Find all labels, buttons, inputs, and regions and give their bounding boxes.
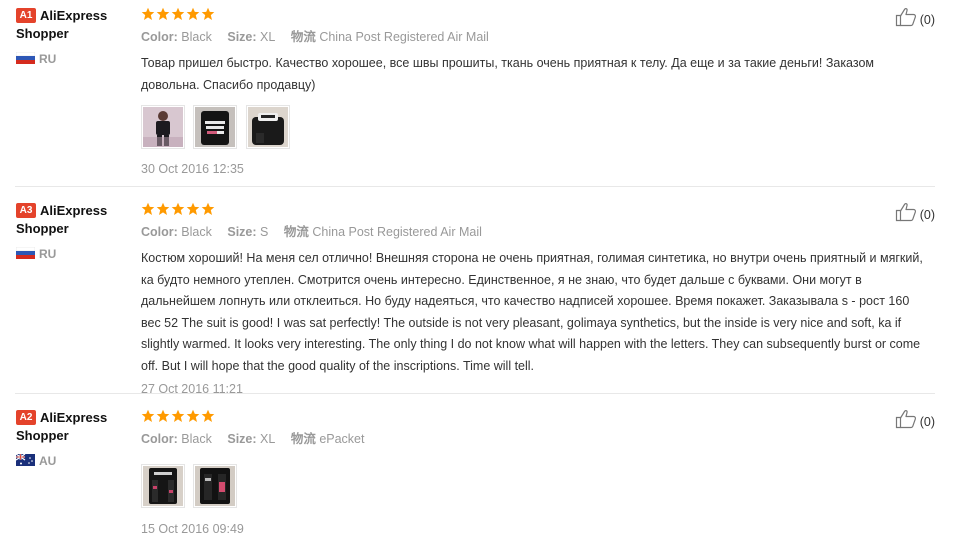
review-photo-thumbnail[interactable] [245,105,290,149]
helpful-vote: (0) [895,409,935,431]
star-icon [201,7,215,20]
size-value: XL [260,30,276,44]
order-info: Color: Black Size: XL 物流 ePacket [141,431,921,447]
reviewer-name: AliExpress [40,8,108,23]
star-rating [141,409,921,425]
star-icon [186,202,200,215]
reviewer-country: AU [16,454,136,468]
review-photo-thumbnail[interactable] [141,105,185,149]
size-label: Size: [227,30,257,44]
reviewer-name: AliExpress [40,203,108,218]
star-icon [156,202,170,215]
helpful-count: (0) [919,12,935,27]
star-icon [171,409,185,422]
star-rating [141,202,921,218]
order-info: Color: Black Size: S 物流 China Post Regis… [141,224,921,240]
star-icon [141,202,155,215]
review-content: Color: Black Size: XL 物流 China Post Regi… [141,7,921,177]
star-icon [156,7,170,20]
buyer-level-badge: A3 [16,203,36,218]
star-icon [186,409,200,422]
russia-flag-icon [16,247,35,259]
star-icon [186,7,200,20]
shipping-value: China Post Registered Air Mail [319,30,489,44]
review-photo-thumbnail[interactable] [193,105,238,149]
shipping-label: 物流 [290,30,316,44]
review-text: Товар пришел быстро. Качество хорошее, в… [141,56,875,92]
color-value: Black [181,432,212,446]
reviewer-info: A1 AliExpress Shopper RU [16,7,136,66]
shipping-value: ePacket [319,432,365,446]
star-icon [156,409,170,422]
reviewer-country: RU [16,247,136,261]
reviewer-name-line2: Shopper [16,221,69,236]
star-icon [141,409,155,422]
helpful-vote: (0) [895,202,935,224]
review-content: Color: Black Size: XL 物流 ePacket 15 Oct … [141,409,921,537]
buyer-level-badge: A1 [16,8,36,23]
reviewer-country: RU [16,52,136,66]
thumbs-up-icon[interactable] [895,7,917,34]
reviewer-name: AliExpress [40,410,108,425]
star-icon [141,7,155,20]
star-icon [201,202,215,215]
review-divider [15,393,935,394]
color-value: Black [181,225,212,239]
russia-flag-icon [16,52,35,64]
reviewer-info: A3 AliExpress Shopper RU [16,202,136,261]
order-info: Color: Black Size: XL 物流 China Post Regi… [141,29,921,45]
thumbs-up-icon[interactable] [895,202,917,229]
size-value: S [260,225,269,239]
review-photo-thumbnail[interactable] [141,464,185,508]
color-label: Color: [141,30,178,44]
review-photo-thumbnail[interactable] [193,464,238,508]
reviewer-name-line2: Shopper [16,428,69,443]
helpful-vote: (0) [895,7,935,29]
size-label: Size: [227,432,257,446]
helpful-count: (0) [919,414,935,429]
review-text: Костюм хороший! На меня сел отлично! Вне… [141,251,923,373]
review-photos [141,105,921,149]
star-rating [141,7,921,23]
color-label: Color: [141,432,178,446]
reviewer-name-line2: Shopper [16,26,69,41]
star-icon [201,409,215,422]
color-value: Black [181,30,212,44]
thumbs-up-icon[interactable] [895,409,917,436]
shipping-label: 物流 [290,432,316,446]
review-date: 27 Oct 2016 11:21 [141,382,243,396]
review-photos [141,464,921,508]
reviewer-info: A2 AliExpress Shopper AU [16,409,136,468]
review-divider [15,186,935,187]
review-date: 15 Oct 2016 09:49 [141,522,244,536]
star-icon [171,7,185,20]
helpful-count: (0) [919,207,935,222]
review-date: 30 Oct 2016 12:35 [141,162,244,176]
shipping-value: China Post Registered Air Mail [312,225,482,239]
size-value: XL [260,432,276,446]
shipping-label: 物流 [283,225,309,239]
star-icon [171,202,185,215]
review-content: Color: Black Size: S 物流 China Post Regis… [141,202,923,397]
australia-flag-icon [16,454,35,466]
buyer-level-badge: A2 [16,410,36,425]
color-label: Color: [141,225,178,239]
size-label: Size: [227,225,257,239]
